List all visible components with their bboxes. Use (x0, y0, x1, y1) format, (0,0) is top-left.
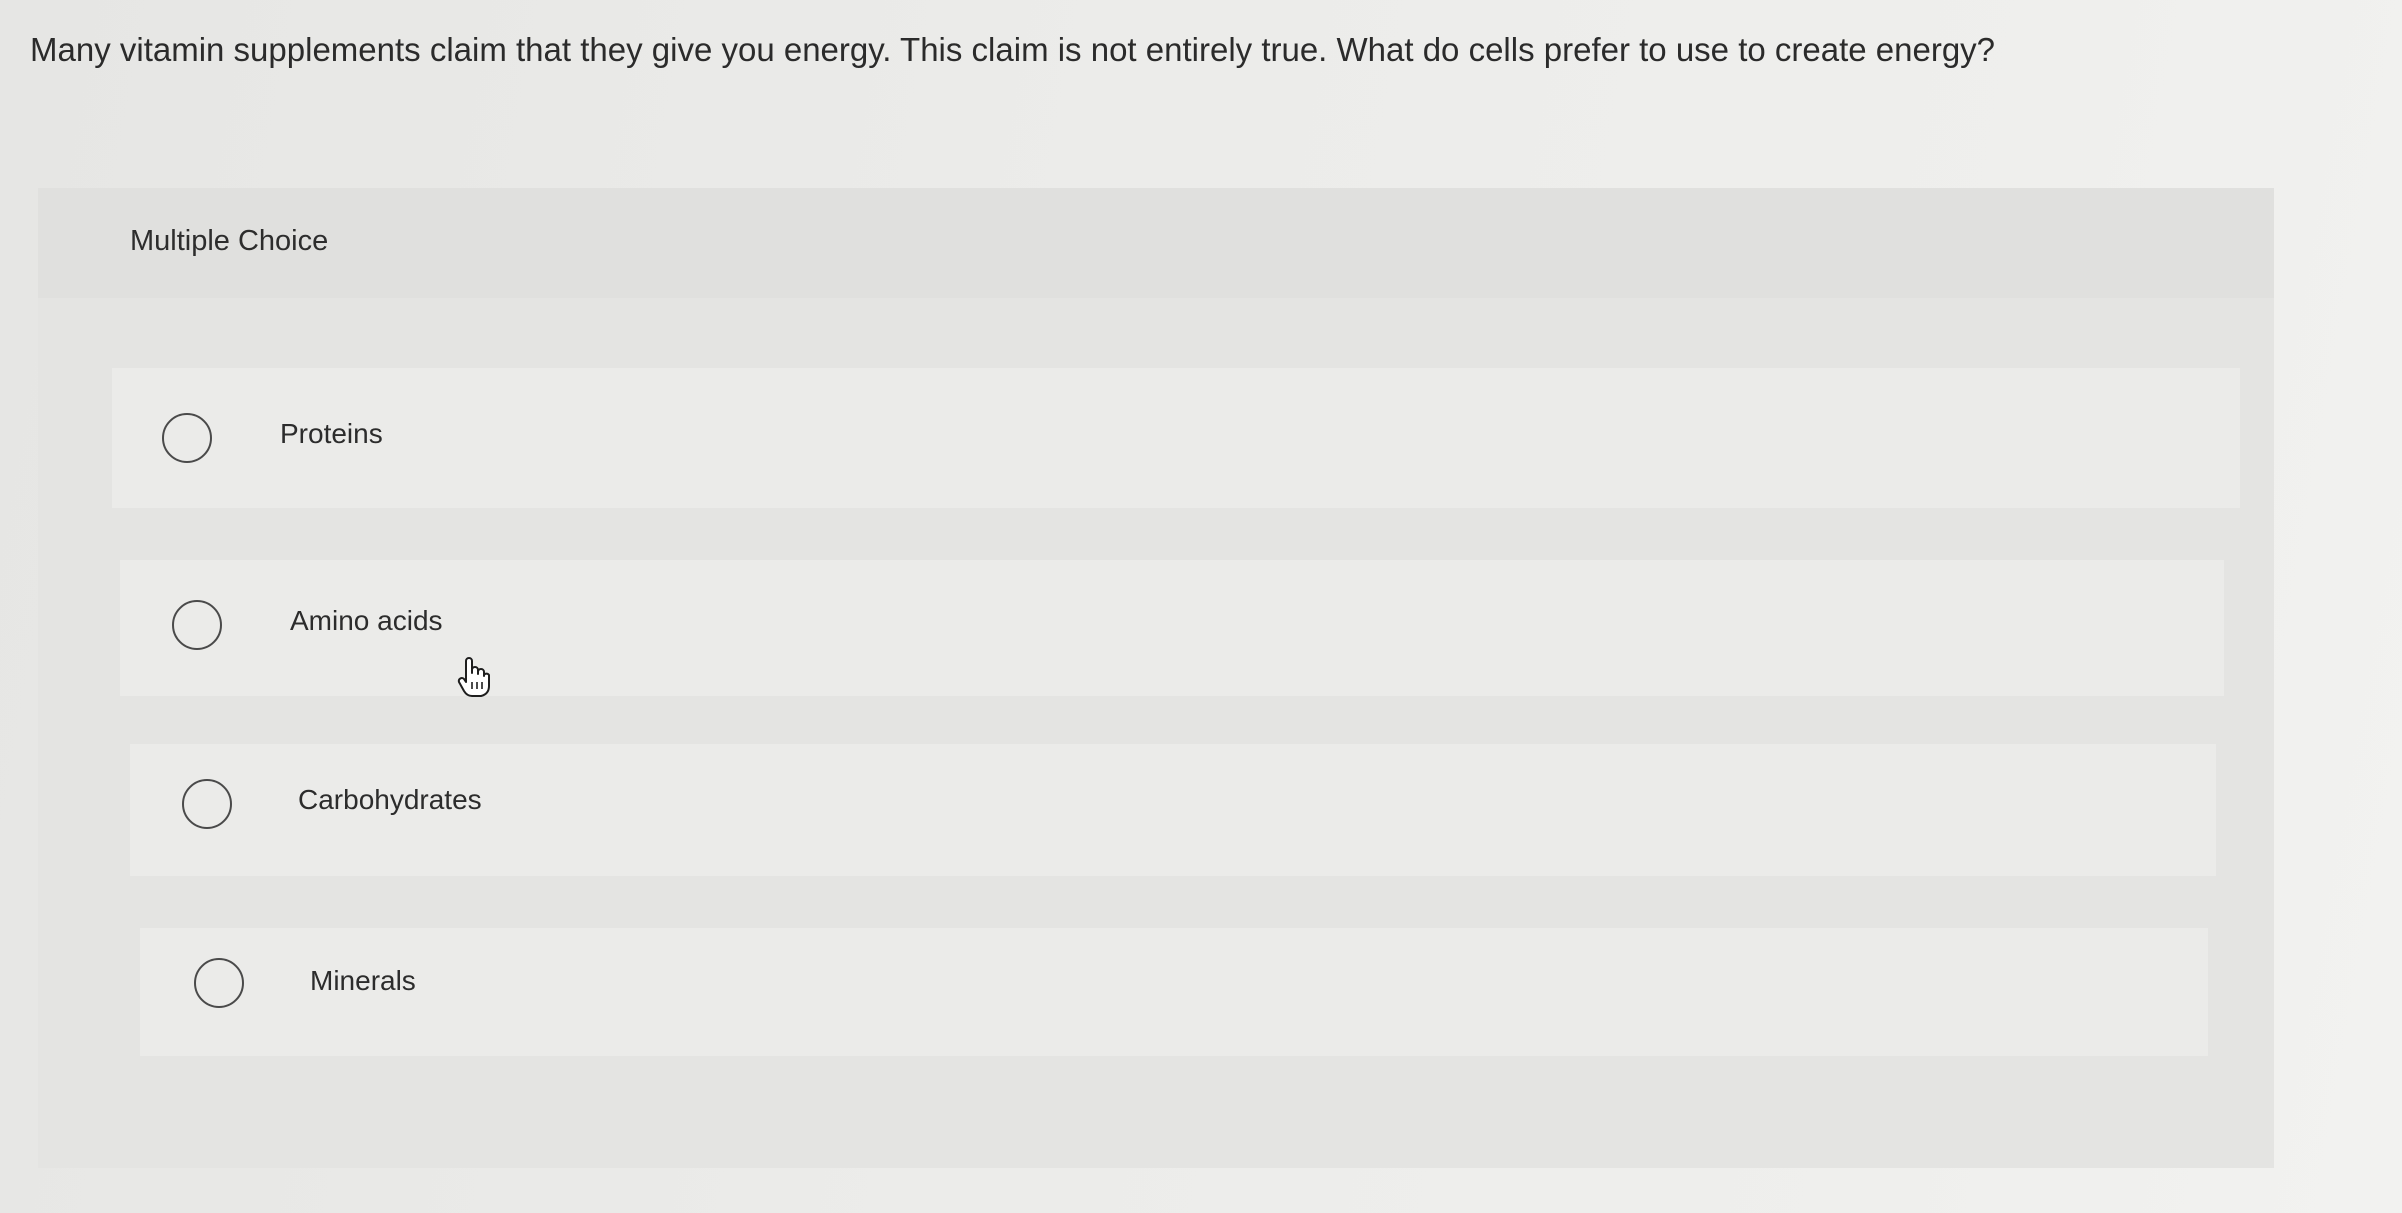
radio-button-icon[interactable] (162, 413, 212, 463)
radio-button-icon[interactable] (172, 600, 222, 650)
answer-panel: Multiple Choice Proteins Amino acids Car… (38, 188, 2274, 1168)
answer-option-carbohydrates[interactable]: Carbohydrates (130, 744, 2216, 876)
answer-option-label: Proteins (280, 418, 383, 449)
answer-panel-header: Multiple Choice (38, 188, 2274, 298)
radio-button-icon[interactable] (194, 958, 244, 1008)
question-text: Many vitamin supplements claim that they… (30, 31, 1996, 68)
answer-option-label: Amino acids (290, 605, 443, 636)
answer-option-amino-acids[interactable]: Amino acids (120, 560, 2224, 696)
answer-option-minerals[interactable]: Minerals (140, 928, 2208, 1056)
answer-option-proteins[interactable]: Proteins (112, 368, 2240, 508)
quiz-page: Many vitamin supplements claim that they… (0, 0, 2402, 1213)
answer-option-label: Carbohydrates (298, 784, 482, 815)
radio-button-icon[interactable] (182, 779, 232, 829)
question-type-label: Multiple Choice (130, 225, 329, 257)
hand-pointer-cursor-icon (457, 657, 490, 697)
answer-option-label: Minerals (310, 965, 416, 996)
